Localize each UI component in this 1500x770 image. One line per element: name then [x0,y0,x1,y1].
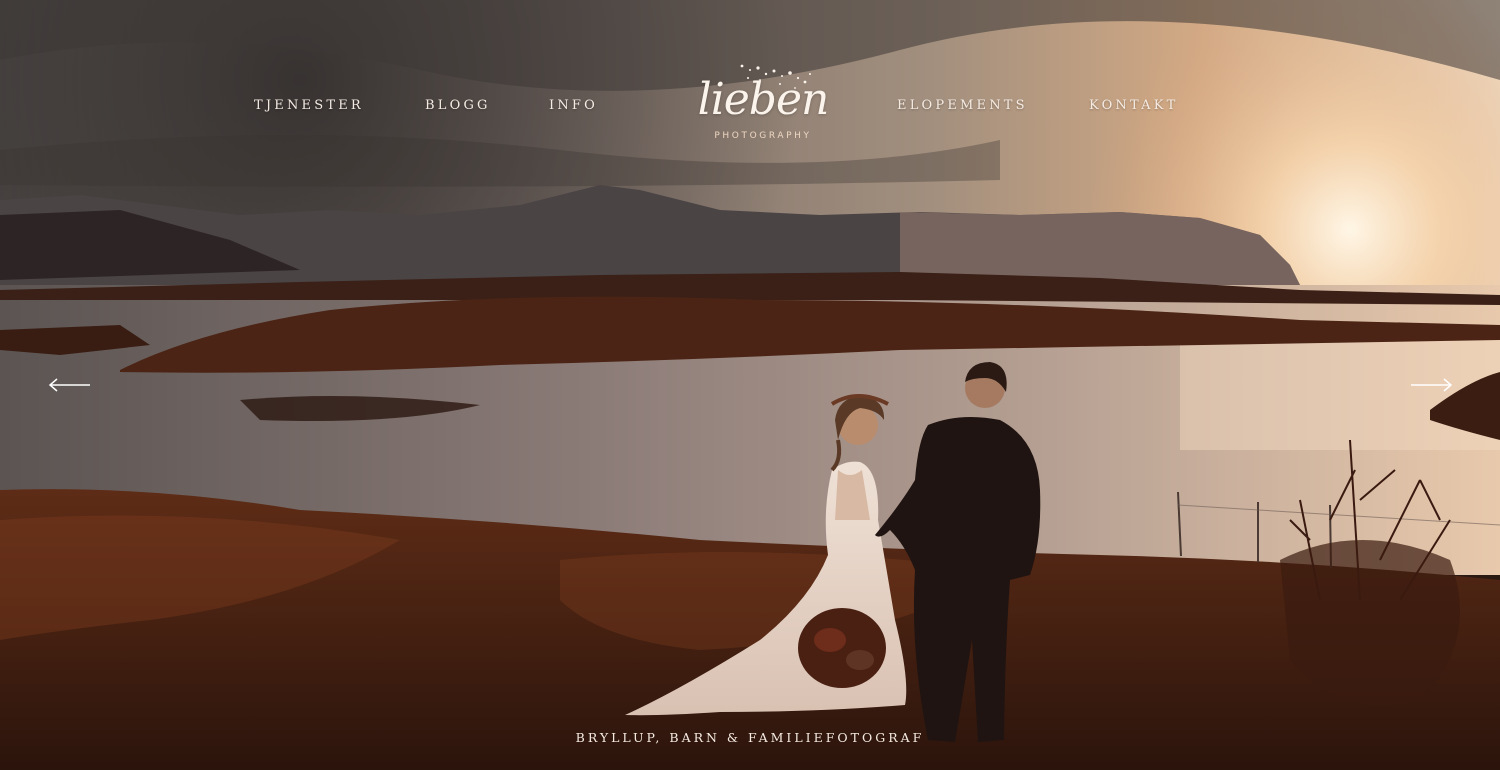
nav-link-info[interactable]: INFO [549,98,598,113]
arrow-right-icon [1411,378,1453,392]
nav-link-tjenester[interactable]: TJENESTER [254,98,364,113]
nav-link-blogg[interactable]: BLOGG [425,98,491,113]
site-logo[interactable]: lieben PHOTOGRAPHY [660,60,850,150]
nav-link-kontakt[interactable]: KONTAKT [1089,98,1179,113]
hero-tagline: BRYLLUP, BARN & FAMILIEFOTOGRAF [575,730,925,745]
slider-prev-button[interactable] [48,375,92,395]
nav-link-elopements[interactable]: ELOPEMENTS [897,98,1028,113]
logo-subtitle: PHOTOGRAPHY [714,131,812,141]
logo-wordmark: lieben [697,74,830,125]
slider-next-button[interactable] [1409,375,1453,395]
arrow-left-icon [48,378,90,392]
